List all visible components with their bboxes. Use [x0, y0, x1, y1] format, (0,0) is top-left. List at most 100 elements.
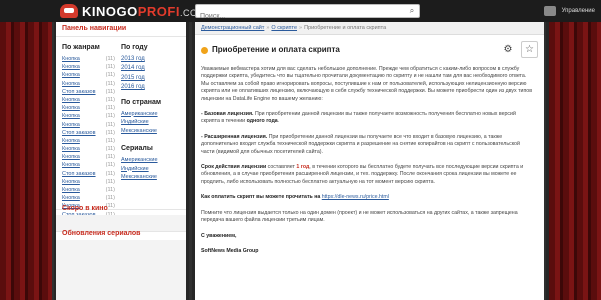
soon-title[interactable]: Скоро в кино — [62, 205, 108, 212]
genre-link-count: (11) — [105, 113, 115, 120]
page-title: Приобретение и оплата скрипта — [212, 45, 340, 54]
genre-link-label: Стоп заказов — [62, 129, 96, 136]
genre-link-count: (11) — [105, 129, 115, 136]
genre-link[interactable]: Кнопка (11) — [62, 178, 121, 186]
logo-text: KINOGOPROFI.COM — [82, 3, 206, 19]
genre-link-label: Кнопка — [62, 146, 80, 153]
genre-link[interactable]: Стоп заказов (11) — [62, 129, 121, 137]
genre-link-count: (11) — [105, 80, 115, 87]
country-link[interactable]: Индийские — [121, 118, 180, 127]
genre-link-label: Кнопка — [62, 195, 80, 202]
genre-link[interactable]: Кнопка (11) — [62, 137, 121, 145]
updates-title[interactable]: Обновления сериалов — [62, 230, 140, 237]
user-icon[interactable] — [543, 6, 556, 16]
note-paragraph: Помните что лицензия выдается только на … — [201, 209, 518, 224]
genre-link-label: Кнопка — [62, 113, 80, 120]
country-link[interactable]: Мексиканские — [121, 127, 180, 136]
year-link[interactable]: 2015 год — [121, 74, 180, 83]
payment-paragraph: Как оплатить скрипт вы можете прочитать … — [201, 194, 389, 201]
left-curtain-decoration — [0, 22, 52, 300]
genre-link[interactable]: Стоп заказов (11) — [62, 88, 121, 96]
genre-link-count: (11) — [105, 137, 115, 144]
year-link[interactable]: 2014 год — [121, 64, 180, 73]
year-link[interactable]: 2016 год — [121, 83, 180, 92]
genre-link[interactable]: Кнопка (11) — [62, 145, 121, 153]
breadcrumb-home[interactable]: Демонстрационный сайт — [201, 25, 264, 31]
genre-link-count: (11) — [105, 96, 115, 103]
genre-link-label: Кнопка — [62, 56, 80, 62]
genre-link-label: Кнопка — [62, 121, 80, 128]
breadcrumb-section[interactable]: О скрипте — [271, 25, 297, 31]
genre-link-count: (11) — [105, 121, 115, 128]
genre-link-count: (11) — [105, 178, 115, 185]
genre-link-count: (11) — [105, 56, 115, 62]
genre-link-count: (11) — [105, 195, 115, 202]
series-link[interactable]: Американские — [121, 156, 180, 165]
genre-link[interactable]: Кнопка (11) — [62, 55, 121, 63]
genre-link[interactable]: Стоп заказов (11) — [62, 170, 121, 178]
genre-link-label: Кнопка — [62, 96, 80, 103]
user-label[interactable]: Управление — [562, 8, 595, 14]
year-link[interactable]: 2013 год — [121, 55, 180, 64]
nav-title: Панель навигации — [56, 22, 186, 37]
genre-link-count: (11) — [105, 72, 115, 79]
genres-column: По жанрам Кнопка (11) Кнопка (11) Кнопка (11)… — [62, 40, 121, 219]
regards-text: С уважением, — [201, 232, 237, 239]
genre-link[interactable]: Кнопка (11) — [62, 80, 121, 88]
genre-link-label: Кнопка — [62, 105, 80, 112]
genre-link-label: Кнопка — [62, 64, 80, 71]
genre-link[interactable]: Кнопка (11) — [62, 63, 121, 71]
genre-link[interactable]: Кнопка (11) — [62, 186, 121, 194]
genre-link-count: (11) — [105, 64, 115, 71]
film-icon — [60, 4, 78, 18]
genre-link-count: (11) — [105, 88, 115, 95]
series-link[interactable]: Индийские — [121, 165, 180, 174]
genre-link-count: (11) — [105, 162, 115, 169]
country-title: По странам — [121, 98, 162, 106]
updates-block — [56, 240, 186, 300]
breadcrumb-current: Приобретение и оплата скрипта — [304, 25, 387, 31]
gear-icon[interactable]: ⚙ — [502, 44, 514, 56]
genre-link[interactable]: Кнопка (11) — [62, 96, 121, 104]
genre-link[interactable]: Кнопка (11) — [62, 194, 121, 202]
genres-title: По жанрам — [62, 44, 100, 51]
series-link[interactable]: Мексиканские — [121, 173, 180, 182]
article-body: Уважаемые вебмастера хотим для вас сдела… — [201, 66, 534, 263]
genre-link-count: (11) — [105, 187, 115, 193]
genre-link-count: (11) — [105, 105, 115, 112]
genre-link[interactable]: Кнопка (11) — [62, 112, 121, 120]
genre-link[interactable]: Кнопка (11) — [62, 153, 121, 161]
genre-link[interactable]: Кнопка (11) — [62, 121, 121, 129]
country-link[interactable]: Американские — [121, 110, 180, 119]
genre-link-label: Кнопка — [62, 178, 80, 185]
main-content: Демонстрационный сайт» О скрипте» Приобрет… — [195, 22, 544, 300]
site-logo[interactable]: KINOGOPROFI.COM — [60, 2, 205, 20]
genre-link-label: Кнопка — [62, 80, 80, 87]
series-title: Сериалы — [121, 145, 153, 153]
genre-link[interactable]: Кнопка (11) — [62, 71, 121, 79]
genre-link-label: Кнопка — [62, 72, 80, 79]
genre-link-label: Кнопка — [62, 187, 80, 193]
favorite-star-icon[interactable]: ☆ — [521, 41, 538, 58]
genre-link-label: Стоп заказов — [62, 88, 96, 95]
license-term-paragraph: Срок действия лицензии составляет 1 год,… — [201, 164, 524, 185]
genre-link[interactable]: Кнопка (11) — [62, 104, 121, 112]
genre-link-label: Кнопка — [62, 154, 80, 161]
genre-link-label: Кнопка — [62, 137, 80, 144]
soon-block — [56, 215, 186, 231]
genre-link-label: Стоп заказов — [62, 170, 96, 177]
sidebar: Панель навигации По жанрам Кнопка (11) Кно… — [56, 22, 186, 300]
user-area: Управление — [543, 4, 595, 18]
genre-link-count: (11) — [105, 146, 115, 153]
price-link[interactable]: https://dle-news.ru/price.html — [322, 194, 389, 200]
extended-license-paragraph: - Расширенная лицензия. При приобретении… — [201, 133, 520, 155]
search-input[interactable] — [196, 10, 404, 23]
search-box: ⌕ — [195, 4, 420, 23]
genre-link-label: Кнопка — [62, 162, 80, 169]
breadcrumb: Демонстрационный сайт» О скрипте» Приобрет… — [195, 22, 544, 35]
filters-column: По году 2013 год 2014 год 2015 год 2016 год… — [121, 40, 180, 219]
genre-link[interactable]: Кнопка (11) — [62, 161, 121, 169]
article-header: Приобретение и оплата скрипта ⚙ ☆ — [201, 41, 538, 58]
intro-paragraph: Уважаемые вебмастера хотим для вас сдела… — [201, 66, 533, 102]
search-icon[interactable]: ⌕ — [406, 5, 418, 17]
